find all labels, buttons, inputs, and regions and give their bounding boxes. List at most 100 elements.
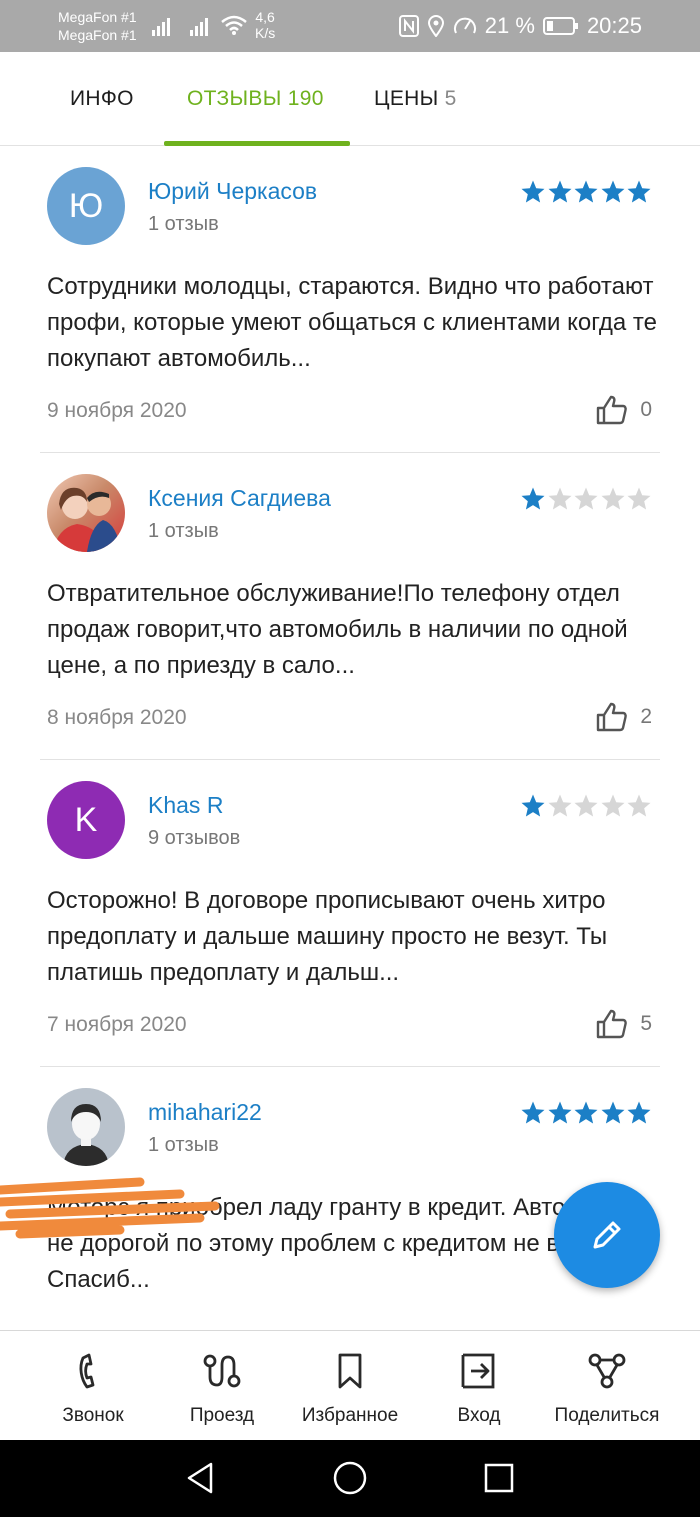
like-button[interactable]: 0	[596, 395, 652, 425]
star-filled-icon	[521, 487, 545, 510]
tab-prices[interactable]: ЦЕНЫ 5	[374, 87, 457, 111]
review-count: 9 отзывов	[148, 827, 241, 849]
nav-entrance-label: Вход	[457, 1405, 501, 1426]
star-empty-icon	[601, 487, 624, 510]
back-icon[interactable]	[183, 1460, 219, 1496]
review-text[interactable]: Отвратительное обслуживание!По телефону …	[47, 576, 659, 684]
like-count: 5	[640, 1012, 652, 1035]
divider	[40, 1066, 660, 1067]
star-filled-icon	[574, 180, 598, 203]
star-filled-icon	[601, 180, 624, 203]
nav-route-label: Проезд	[189, 1405, 255, 1426]
star-filled-icon	[574, 1101, 598, 1124]
tab-prices-label: ЦЕНЫ	[374, 87, 439, 110]
user-photo	[53, 487, 121, 552]
avatar-photo[interactable]	[47, 474, 125, 552]
star-filled-icon	[548, 1101, 571, 1124]
entrance-icon	[461, 1353, 495, 1389]
home-icon[interactable]	[332, 1460, 368, 1496]
phone-icon	[79, 1353, 95, 1389]
rating-stars	[520, 179, 653, 205]
avatar-letter: Ю	[68, 186, 104, 225]
active-tab-indicator	[164, 141, 350, 146]
star-empty-icon	[627, 487, 651, 510]
star-filled-icon	[548, 180, 571, 203]
star-empty-icon	[601, 794, 624, 817]
status-bar: MegaFon #1 MegaFon #1 4,6 K/s 21 % 20:25	[0, 0, 700, 52]
status-right: 21 % 20:25	[398, 0, 700, 52]
avatar[interactable]: K	[47, 781, 125, 859]
nav-route[interactable]: Проезд	[157, 1351, 287, 1427]
route-icon	[203, 1354, 241, 1388]
nav-favorites-label: Избранное	[301, 1405, 399, 1426]
review-date: 7 ноября 2020	[47, 1013, 187, 1036]
divider	[40, 759, 660, 760]
nav-share[interactable]: Поделиться	[542, 1351, 672, 1427]
location-icon	[427, 15, 445, 37]
review-date: 9 ноября 2020	[47, 399, 187, 422]
review-author[interactable]: Юрий Черкасов	[148, 178, 317, 205]
review-text[interactable]: Осторожно! В договоре прописывают очень …	[47, 883, 659, 991]
speedometer-icon	[453, 15, 477, 37]
thumbs-up-icon	[597, 1009, 628, 1039]
rating-stars	[520, 1100, 653, 1126]
review-text[interactable]: Сотрудники молодцы, стараются. Видно что…	[47, 269, 659, 377]
write-review-button[interactable]	[554, 1182, 660, 1288]
like-count: 0	[640, 398, 652, 421]
divider	[40, 452, 660, 453]
carrier-2: MegaFon #1	[58, 27, 137, 43]
star-filled-icon	[521, 180, 545, 203]
star-filled-icon	[521, 794, 545, 817]
user-silhouette-icon	[63, 1104, 109, 1166]
review-count: 1 отзыв	[148, 520, 219, 542]
nfc-icon	[398, 15, 419, 37]
star-empty-icon	[574, 487, 598, 510]
carrier-info: MegaFon #1 MegaFon #1	[58, 8, 137, 44]
star-filled-icon	[601, 1101, 624, 1124]
review-count: 1 отзыв	[148, 1134, 219, 1156]
star-empty-icon	[627, 794, 651, 817]
star-empty-icon	[548, 487, 571, 510]
recents-icon[interactable]	[481, 1460, 517, 1496]
star-empty-icon	[548, 794, 571, 817]
nav-call-label: Звонок	[62, 1405, 124, 1426]
signal-icon-2	[190, 18, 208, 36]
carrier-1: MegaFon #1	[58, 9, 137, 25]
review-count: 1 отзыв	[148, 213, 219, 235]
star-empty-icon	[574, 794, 598, 817]
rating-stars	[520, 793, 653, 819]
avatar[interactable]: Ю	[47, 167, 125, 245]
nav-call[interactable]: Звонок	[28, 1351, 158, 1427]
bookmark-icon	[338, 1353, 362, 1389]
like-count: 2	[640, 705, 652, 728]
speed-unit: K/s	[255, 25, 276, 41]
bottom-nav: Звонок Проезд Избранное Вход Поделиться	[0, 1330, 700, 1440]
pencil-icon	[593, 1221, 621, 1249]
nav-entrance[interactable]: Вход	[414, 1351, 544, 1427]
tab-info[interactable]: ИНФО	[70, 87, 134, 111]
tab-bar: ИНФО ОТЗЫВЫ 190 ЦЕНЫ 5	[0, 52, 700, 146]
review-item: Ю Юрий Черкасов 1 отзыв Сотрудники молод…	[0, 147, 700, 454]
tab-reviews[interactable]: ОТЗЫВЫ 190	[187, 87, 324, 111]
avatar-letter: K	[74, 800, 98, 839]
star-filled-icon	[627, 1101, 651, 1124]
avatar-default[interactable]	[47, 1088, 125, 1166]
review-item: K Khas R 9 отзывов Осторожно! В договоре…	[0, 761, 700, 1068]
star-filled-icon	[521, 1101, 545, 1124]
tab-prices-count: 5	[444, 87, 457, 110]
like-button[interactable]: 5	[596, 1009, 652, 1039]
wifi-icon	[221, 15, 247, 35]
review-author[interactable]: Ксения Сагдиева	[148, 485, 331, 512]
system-nav-bar	[0, 1440, 700, 1517]
review-author[interactable]: Khas R	[148, 792, 223, 819]
share-icon	[588, 1353, 626, 1389]
network-speed: 4,6 K/s	[255, 9, 275, 41]
review-date: 8 ноября 2020	[47, 706, 187, 729]
review-item: Ксения Сагдиева 1 отзыв Отвратительное о…	[0, 454, 700, 761]
nav-favorites[interactable]: Избранное	[285, 1351, 415, 1427]
signal-icon	[152, 18, 170, 36]
thumbs-up-icon	[597, 702, 628, 732]
like-button[interactable]: 2	[596, 702, 652, 732]
review-author[interactable]: mihahari22	[148, 1099, 262, 1126]
reviews-list[interactable]: Ю Юрий Черкасов 1 отзыв Сотрудники молод…	[0, 147, 700, 1330]
